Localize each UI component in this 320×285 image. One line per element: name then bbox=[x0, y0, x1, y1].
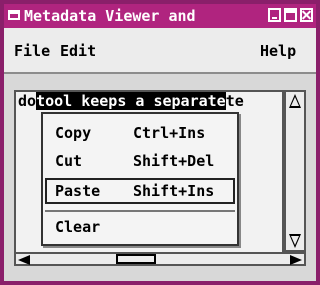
metadata-viewer-window: Metadata Viewer and File Edit Help dotoo… bbox=[0, 0, 320, 285]
menu-item-cut[interactable]: Cut Shift+Del bbox=[45, 148, 235, 174]
menu-item-paste[interactable]: Paste Shift+Ins bbox=[45, 178, 235, 204]
horizontal-scrollbar[interactable] bbox=[14, 252, 306, 266]
menu-item-label: Clear bbox=[55, 218, 101, 236]
menu-item-shortcut: Ctrl+Ins bbox=[133, 124, 206, 142]
text-line: dotool keeps a separatete bbox=[18, 92, 244, 110]
menu-item-shortcut: Shift+Ins bbox=[133, 182, 215, 200]
horizontal-scroll-thumb[interactable] bbox=[116, 254, 156, 264]
menu-item-shortcut: Shift+Del bbox=[133, 152, 215, 170]
menu-item-copy[interactable]: Copy Ctrl+Ins bbox=[45, 120, 235, 146]
arrow-down-icon[interactable] bbox=[289, 234, 301, 248]
menu-item-label: Copy bbox=[55, 124, 92, 142]
window-title: Metadata Viewer and bbox=[24, 7, 196, 25]
menu-item-label: Cut bbox=[55, 152, 83, 170]
maximize-icon[interactable] bbox=[284, 8, 297, 22]
menu-separator bbox=[45, 210, 235, 212]
close-icon[interactable] bbox=[300, 8, 313, 22]
vertical-scrollbar[interactable] bbox=[284, 90, 306, 252]
text-suffix: te bbox=[225, 92, 244, 110]
menu-item-clear[interactable]: Clear bbox=[45, 214, 235, 240]
menu-help[interactable]: Help bbox=[260, 42, 296, 60]
text-prefix: do bbox=[18, 92, 37, 110]
minimize-icon[interactable] bbox=[268, 8, 281, 22]
menu-edit[interactable]: Edit bbox=[60, 42, 96, 60]
menu-item-label: Paste bbox=[55, 182, 101, 200]
menu-bar: File Edit Help bbox=[4, 28, 316, 74]
arrow-up-icon[interactable] bbox=[289, 94, 301, 108]
selected-text[interactable]: tool keeps a separate bbox=[36, 92, 226, 110]
arrow-right-icon[interactable] bbox=[290, 255, 302, 265]
menu-file[interactable]: File bbox=[14, 42, 50, 60]
window-menu-icon[interactable] bbox=[8, 10, 20, 20]
title-bar[interactable]: Metadata Viewer and bbox=[4, 4, 316, 28]
edit-context-menu: Copy Ctrl+Ins Cut Shift+Del Paste Shift+… bbox=[41, 112, 239, 246]
arrow-left-icon[interactable] bbox=[18, 255, 30, 265]
